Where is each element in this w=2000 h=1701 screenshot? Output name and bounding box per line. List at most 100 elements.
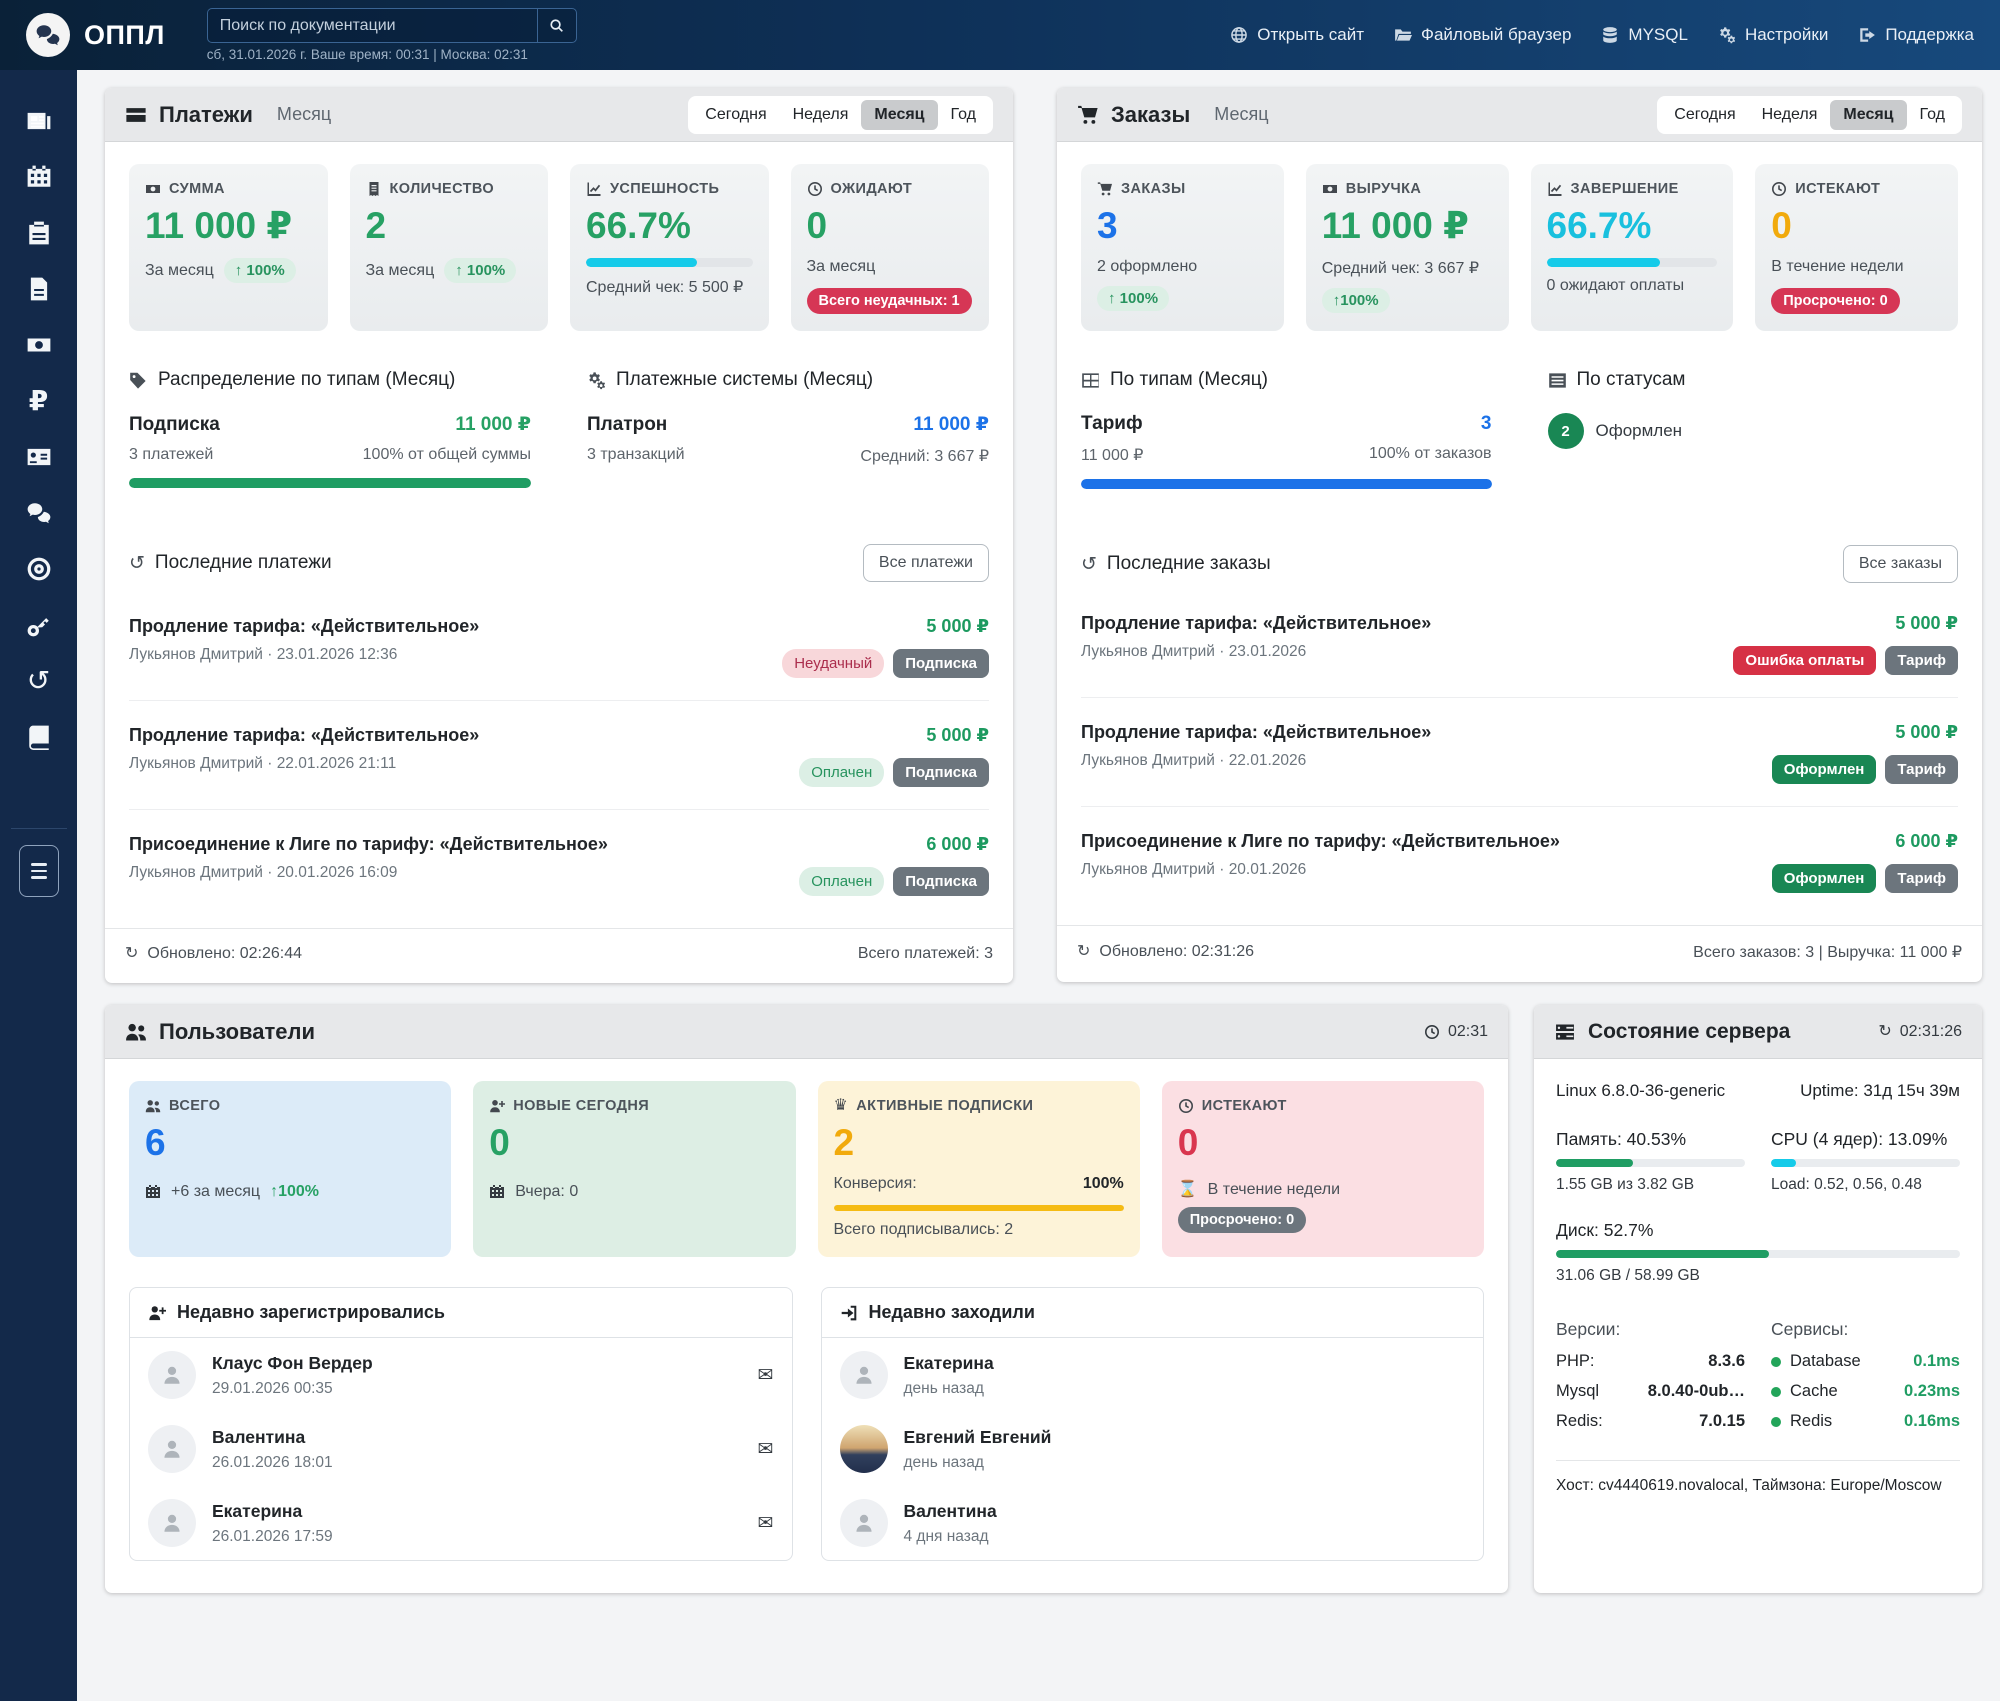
ruble-icon: ₽ xyxy=(29,387,48,415)
nav-link-mysql[interactable]: MYSQL xyxy=(1601,25,1688,45)
stat-users-expiring: ИСТЕКАЮТ 0 ⌛В течение недели Просрочено:… xyxy=(1162,1081,1484,1257)
server-host: Хост: cv4440619.novalocal, Таймзона: Eur… xyxy=(1556,1477,1960,1495)
recent-orders: ↺Последние заказы Все заказы Продление т… xyxy=(1081,545,1958,915)
nav-link-support[interactable]: Поддержка xyxy=(1858,25,1974,45)
growth-badge: ↑ 100% xyxy=(1097,286,1169,311)
recent-payments: ↺Последние платежи Все платежи Продление… xyxy=(129,544,989,918)
user-row: Валентина4 дня назад xyxy=(822,1486,1484,1560)
envelope-icon[interactable]: ✉ xyxy=(758,1514,774,1533)
navbar-datetime: сб, 31.01.2026 г. Ваше время: 00:31 | Мо… xyxy=(207,47,577,62)
service-status-dot xyxy=(1771,1417,1781,1427)
brand-name: ОППЛ xyxy=(84,20,165,51)
stat-users-new-value: 0 xyxy=(489,1124,779,1161)
refresh-icon[interactable]: ↻ xyxy=(1878,1024,1891,1040)
service-status-dot xyxy=(1771,1387,1781,1397)
type-badge: Тариф xyxy=(1885,864,1958,893)
sign-in-icon xyxy=(840,1304,858,1322)
order-row: Продление тарифа: «Действительное»Лукьян… xyxy=(1081,698,1958,807)
cart-icon xyxy=(1077,104,1099,126)
sidebar-item-payments[interactable] xyxy=(16,322,62,368)
chart-line-icon xyxy=(586,181,602,197)
key-icon xyxy=(26,612,52,638)
brand[interactable]: ОППЛ xyxy=(26,13,165,57)
divider xyxy=(1556,1460,1960,1461)
payment-row: Продление тарифа: «Действительное»Лукьян… xyxy=(129,592,989,701)
tab-week[interactable]: Неделя xyxy=(780,100,862,130)
docs-search: сб, 31.01.2026 г. Ваше время: 00:31 | Мо… xyxy=(207,8,577,62)
payments-card: Платежи Месяц Сегодня Неделя Месяц Год xyxy=(105,88,1013,983)
sidebar-item-keys[interactable] xyxy=(16,602,62,648)
payment-row: Продление тарифа: «Действительное»Лукьян… xyxy=(129,701,989,810)
tab-year[interactable]: Год xyxy=(1907,100,1958,130)
cpu-block: CPU (4 ядер): 13.09% Load: 0.52, 0.56, 0… xyxy=(1771,1129,1960,1194)
receipt-icon xyxy=(366,181,382,197)
envelope-icon[interactable]: ✉ xyxy=(758,1440,774,1459)
growth-badge: ↑100% xyxy=(1322,288,1390,313)
id-card-icon xyxy=(26,444,52,470)
order-row: Продление тарифа: «Действительное»Лукьян… xyxy=(1081,589,1958,698)
nav-link-label: Файловый браузер xyxy=(1421,25,1571,45)
avatar xyxy=(148,1499,196,1547)
stat-users-total-value: 6 xyxy=(145,1124,435,1161)
sidebar-item-book[interactable] xyxy=(16,714,62,760)
tab-today[interactable]: Сегодня xyxy=(1661,100,1748,130)
completion-progress-bar xyxy=(1547,258,1718,267)
orders-updated: Обновлено: 02:31:26 xyxy=(1099,943,1254,961)
hourglass-icon: ⌛ xyxy=(1178,1182,1198,1198)
status-badge: Оформлен xyxy=(1772,755,1877,784)
calendar-icon xyxy=(145,1184,161,1200)
sidebar-item-id-card[interactable] xyxy=(16,434,62,480)
stat-pending-value: 0 xyxy=(807,207,974,244)
tab-week[interactable]: Неделя xyxy=(1749,100,1831,130)
sidebar-item-newspaper[interactable] xyxy=(16,98,62,144)
tab-today[interactable]: Сегодня xyxy=(692,100,779,130)
envelope-icon[interactable]: ✉ xyxy=(758,1366,774,1385)
stat-success: УСПЕШНОСТЬ 66.7% Средний чек: 5 500 ₽ xyxy=(570,164,769,331)
tab-month[interactable]: Месяц xyxy=(861,100,937,130)
avatar-photo xyxy=(840,1425,888,1473)
sidebar-item-target[interactable] xyxy=(16,546,62,592)
sidebar-item-history[interactable]: ↺ xyxy=(16,658,62,704)
stat-count-value: 2 xyxy=(366,207,533,244)
payments-period: Месяц xyxy=(277,104,331,125)
newspaper-icon xyxy=(26,108,52,134)
nav-link-open-site[interactable]: Открыть сайт xyxy=(1230,25,1364,45)
calendar-icon xyxy=(26,164,52,190)
nav-link-settings[interactable]: Настройки xyxy=(1718,25,1828,45)
type-badge: Тариф xyxy=(1885,755,1958,784)
sidebar-item-finance[interactable]: ₽ xyxy=(16,378,62,424)
search-input[interactable] xyxy=(207,8,537,43)
book-icon xyxy=(26,724,52,750)
type-progress-bar xyxy=(1081,479,1492,489)
money-bill-icon xyxy=(1322,181,1338,197)
stat-users-new: НОВЫЕ СЕГОДНЯ 0 Вчера: 0 xyxy=(473,1081,795,1257)
recently-registered: Недавно зарегистрировались Клаус Фон Вер… xyxy=(129,1287,793,1561)
avatar xyxy=(840,1351,888,1399)
sidebar-item-calendar[interactable] xyxy=(16,154,62,200)
sidebar-item-clipboard[interactable] xyxy=(16,210,62,256)
payments-by-type: Распределение по типам (Месяц) Подписка1… xyxy=(129,369,531,498)
refresh-icon: ↻ xyxy=(125,946,138,962)
user-plus-icon xyxy=(148,1304,166,1322)
tab-month[interactable]: Месяц xyxy=(1830,100,1906,130)
users-icon xyxy=(145,1098,161,1114)
sidebar-item-comments[interactable] xyxy=(16,490,62,536)
users-card: Пользователи 02:31 ВСЕГО 6 +6 за месяц↑1… xyxy=(105,1005,1508,1593)
avatar xyxy=(840,1499,888,1547)
sidebar-item-documents[interactable] xyxy=(16,266,62,312)
user-row: Екатерина26.01.2026 17:59 ✉ xyxy=(130,1486,792,1560)
all-orders-button[interactable]: Все заказы xyxy=(1843,545,1958,583)
server-uptime: Uptime: 31д 15ч 39м xyxy=(1800,1081,1960,1101)
memory-block: Память: 40.53% 1.55 GB из 3.82 GB xyxy=(1556,1129,1745,1194)
sidebar-toggle-button[interactable] xyxy=(19,845,59,897)
tab-year[interactable]: Год xyxy=(938,100,989,130)
nav-link-file-browser[interactable]: Файловый браузер xyxy=(1394,25,1571,45)
search-button[interactable] xyxy=(537,8,577,43)
sign-out-icon xyxy=(1858,26,1876,44)
stat-sum: СУММА 11 000 ₽ За месяц↑ 100% xyxy=(129,164,328,331)
all-payments-button[interactable]: Все платежи xyxy=(863,544,989,582)
cart-plus-icon xyxy=(1097,181,1113,197)
clock-icon xyxy=(1178,1098,1194,1114)
nav-link-label: MYSQL xyxy=(1628,25,1688,45)
payments-period-tabs: Сегодня Неделя Месяц Год xyxy=(688,96,993,134)
